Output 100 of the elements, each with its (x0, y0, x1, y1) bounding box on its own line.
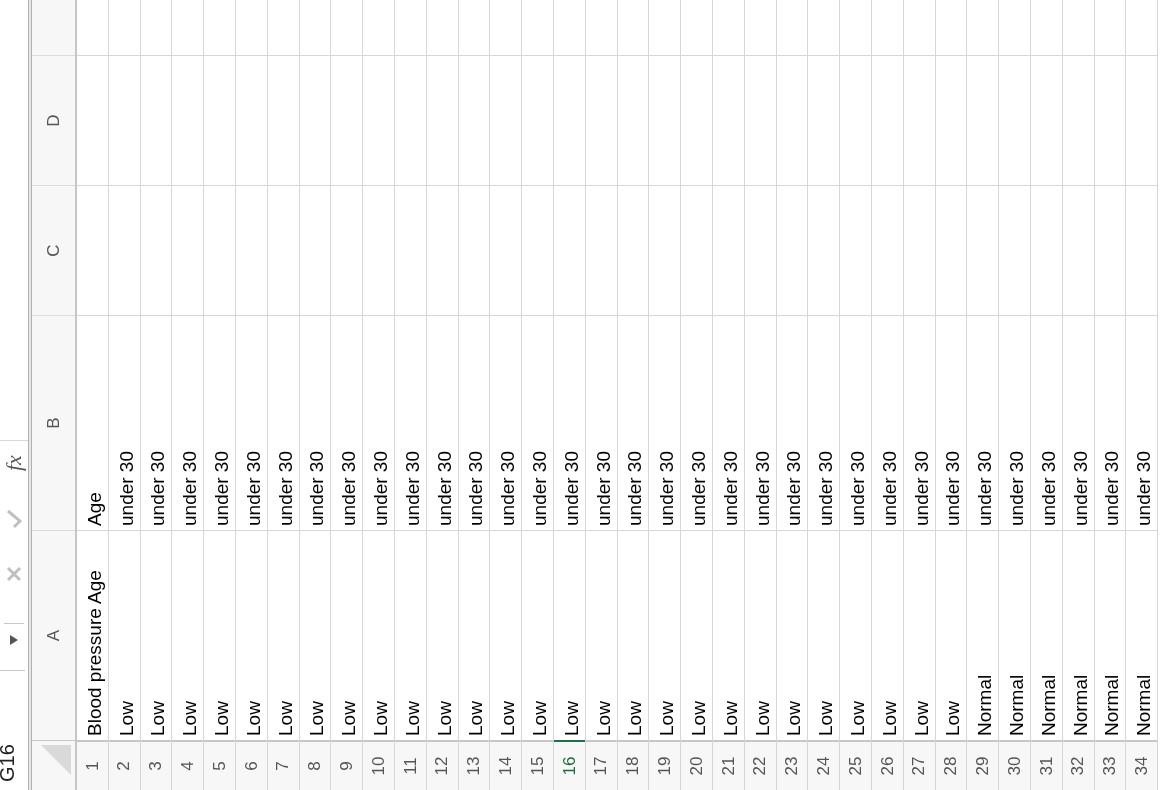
row-header[interactable]: 18 (617, 740, 649, 790)
table-cell-text: under 30 (1068, 451, 1092, 526)
table-cell-text: under 30 (782, 451, 806, 526)
row-header[interactable]: 4 (172, 740, 204, 790)
table-cell-text: under 30 (814, 451, 838, 526)
table-cell-text: under 30 (750, 451, 774, 526)
table-cell-text: Low (273, 701, 297, 736)
table-cell-text: Low (877, 701, 901, 736)
table-cell-text: under 30 (941, 451, 965, 526)
table-cell-text: Normal (1036, 674, 1060, 736)
row-header[interactable]: 14 (490, 740, 522, 790)
table-cell-text: Normal (1100, 674, 1124, 736)
row-header[interactable]: 24 (808, 740, 840, 790)
row-header[interactable]: 1 (77, 740, 108, 790)
table-cell-text: under 30 (877, 451, 901, 526)
table-cell-text: Low (591, 701, 615, 736)
table-cell-text: under 30 (337, 451, 361, 526)
table-cell-text: under 30 (178, 451, 202, 526)
table-cell-text: under 30 (273, 451, 297, 526)
row-header[interactable]: 10 (363, 740, 394, 790)
table-cell-text: under 30 (655, 451, 679, 526)
table-cell-text: Low (114, 701, 138, 736)
table-cell-text: under 30 (845, 451, 869, 526)
row-header[interactable]: 3 (140, 740, 172, 790)
row-header[interactable]: 33 (1094, 740, 1126, 790)
table-cell-text: Low (559, 701, 583, 736)
table-cell-text: Normal (1068, 674, 1092, 736)
table-cell-text: Low (400, 701, 424, 736)
row-header[interactable]: 30 (999, 740, 1030, 790)
row-header[interactable]: 22 (744, 740, 776, 790)
table-cell-text: Low (845, 701, 869, 736)
row-header[interactable]: 25 (840, 740, 871, 790)
row-header[interactable]: 12 (426, 740, 458, 790)
row-header[interactable]: 21 (712, 740, 744, 790)
row-header[interactable]: 28 (935, 740, 967, 790)
table-cell-text: under 30 (210, 451, 233, 526)
row-header[interactable]: 34 (1126, 740, 1158, 790)
column-header[interactable]: C (32, 185, 75, 315)
table-cell-text: under 30 (1004, 451, 1028, 526)
column-header[interactable]: D (32, 55, 75, 185)
row-header[interactable]: 16 (553, 740, 585, 790)
row-header[interactable]: 13 (458, 740, 490, 790)
check-icon[interactable] (5, 509, 23, 529)
row-header[interactable]: 11 (394, 740, 426, 790)
table-cell-text: under 30 (909, 451, 933, 526)
table-cell-text: under 30 (1100, 451, 1124, 526)
row-header[interactable]: 15 (522, 740, 553, 790)
table-cell-text: Low (368, 701, 392, 736)
function-button[interactable]: fx (3, 455, 25, 471)
table-cell-text: under 30 (1132, 451, 1156, 526)
column-header[interactable]: A (32, 530, 75, 740)
row-header[interactable]: 27 (903, 740, 935, 790)
table-cell-text: Low (941, 701, 965, 736)
table-cell-text: Low (337, 701, 361, 736)
column-header[interactable]: B (32, 315, 75, 530)
row-header[interactable]: 8 (299, 740, 331, 790)
table-cell-text: Low (146, 701, 170, 736)
table-cell-text: under 30 (305, 451, 329, 526)
table-cell-text: Low (210, 701, 233, 736)
dropdown-arrow-icon[interactable] (8, 634, 20, 646)
table-cell-text: Age (82, 492, 106, 526)
table-cell-text: under 30 (432, 451, 456, 526)
table-cell-text: Low (782, 701, 806, 736)
table-cell-text: Normal (1004, 674, 1028, 736)
row-header[interactable]: 2 (108, 740, 140, 790)
table-cell-text: Low (305, 701, 329, 736)
name-box[interactable]: G16 (0, 670, 25, 790)
row-header[interactable]: 20 (681, 740, 712, 790)
table-cell-text: Normal (973, 674, 997, 736)
row-header[interactable]: 7 (267, 740, 299, 790)
table-cell-text: under 30 (496, 451, 520, 526)
table-cell-text: under 30 (973, 451, 997, 526)
table-cell-text: Blood pressure Age (82, 570, 106, 736)
table-cell-text: under 30 (718, 451, 742, 526)
table-cell-text: under 30 (527, 451, 551, 526)
table-cell-text: Low (686, 701, 710, 736)
table-cell-text: Low (178, 701, 202, 736)
row-header[interactable]: 31 (1030, 740, 1062, 790)
table-cell-text: under 30 (1036, 451, 1060, 526)
row-header[interactable]: 9 (331, 740, 363, 790)
table-cell-text: under 30 (114, 451, 138, 526)
row-header[interactable]: 17 (585, 740, 617, 790)
row-header[interactable]: 19 (649, 740, 681, 790)
cancel-icon[interactable] (5, 565, 23, 583)
table-cell-text: under 30 (400, 451, 424, 526)
table-cell-text: under 30 (686, 451, 710, 526)
table-cell-text: under 30 (241, 451, 265, 526)
table-cell-text: under 30 (623, 451, 647, 526)
row-header[interactable]: 29 (967, 740, 999, 790)
table-cell-text: Low (464, 701, 488, 736)
table-cell-text: Low (241, 701, 265, 736)
row-header[interactable]: 26 (871, 740, 903, 790)
table-cell-text: Low (814, 701, 838, 736)
row-header[interactable]: 32 (1062, 740, 1094, 790)
row-header[interactable]: 5 (204, 740, 235, 790)
table-cell-text: Low (718, 701, 742, 736)
row-header[interactable]: 23 (776, 740, 808, 790)
row-header[interactable]: 6 (236, 740, 267, 790)
table-cell-text: under 30 (368, 451, 392, 526)
table-cell-text: under 30 (146, 451, 170, 526)
